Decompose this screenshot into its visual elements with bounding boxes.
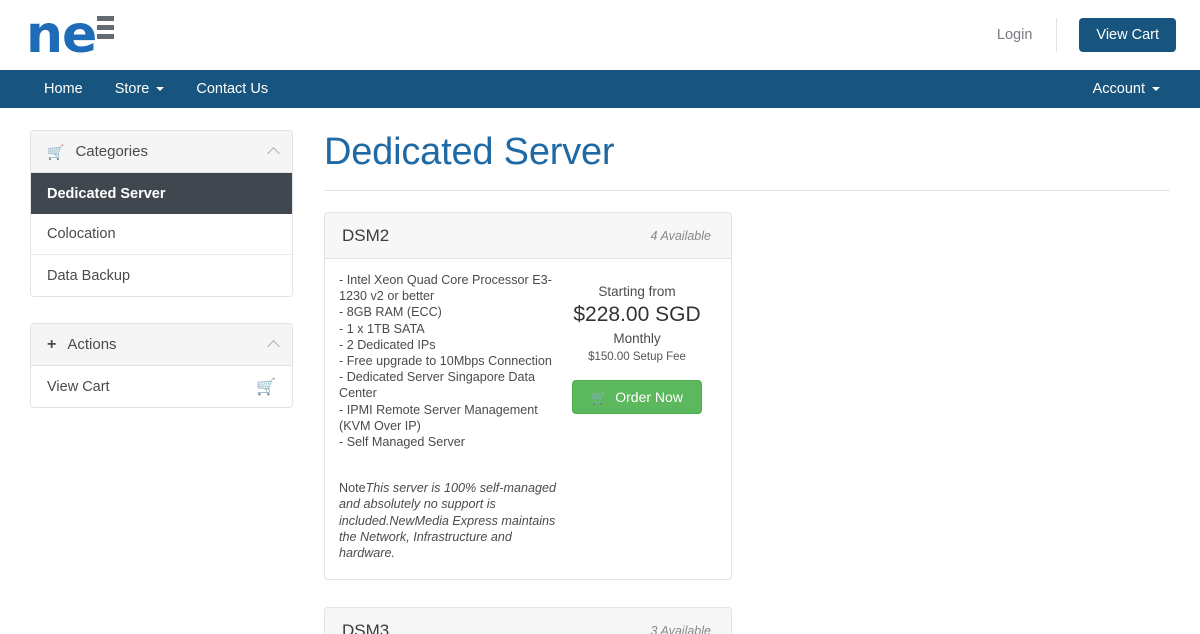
nav-item-label: Store: [114, 81, 150, 97]
chevron-down-icon: [1152, 87, 1160, 91]
chevron-up-icon[interactable]: [267, 147, 280, 160]
product-card-header: DSM2 4 Available: [325, 213, 731, 259]
actions-panel-header[interactable]: + Actions: [31, 324, 292, 366]
order-now-label: Order Now: [615, 389, 683, 405]
note-label: Note: [339, 481, 366, 496]
main-content: Dedicated Server DSM2 4 Available - Inte…: [293, 130, 1170, 634]
nav-item-label: Home: [44, 81, 83, 97]
main-navbar: Home Store Contact Us Account: [0, 70, 1200, 108]
shopping-cart-icon: 🛒: [591, 389, 608, 405]
product-pricing: Starting from $228.00 SGD Monthly $150.0…: [557, 272, 717, 561]
categories-title: Categories: [75, 143, 148, 160]
sidebar-item-dedicated-server[interactable]: Dedicated Server: [31, 173, 292, 214]
order-now-button[interactable]: 🛒 Order Now: [572, 380, 702, 414]
top-bar: ne Login View Cart: [0, 0, 1200, 70]
feature-item: - 1 x 1TB SATA: [339, 321, 425, 336]
feature-item: - Dedicated Server Singapore Data Center: [339, 370, 536, 401]
chevron-down-icon: [156, 87, 165, 91]
product-availability: 3 Available: [650, 623, 711, 634]
sidebar-item-view-cart[interactable]: View Cart 🛒: [31, 366, 292, 407]
product-note: NoteThis server is 100% self-managed and…: [339, 480, 557, 561]
shopping-cart-icon: 🛒: [47, 143, 65, 160]
price-amount: $228.00 SGD: [573, 303, 701, 326]
sidebar-item-colocation[interactable]: Colocation: [31, 214, 292, 255]
nav-item-store[interactable]: Store: [99, 70, 181, 108]
price-prefix: Starting from: [598, 284, 676, 299]
login-link[interactable]: Login: [973, 18, 1056, 52]
feature-item: - Free upgrade to 10Mbps Connection: [339, 354, 552, 369]
page-body: 🛒 Categories Dedicated Server Colocation…: [0, 108, 1200, 634]
note-text: This server is 100% self-managed and abs…: [339, 481, 556, 561]
site-logo[interactable]: ne: [26, 5, 115, 65]
hamburger-bars-logo-icon: [97, 16, 115, 39]
vertical-divider: [1056, 18, 1058, 52]
actions-header-left: + Actions: [47, 336, 117, 353]
product-card-header: DSM3 3 Available: [325, 608, 731, 634]
chevron-up-icon[interactable]: [267, 340, 280, 353]
feature-item: - 8GB RAM (ECC): [339, 305, 442, 320]
navbar-left: Home Store Contact Us: [30, 70, 284, 108]
categories-panel: 🛒 Categories Dedicated Server Colocation…: [30, 130, 293, 297]
nav-item-label: Account: [1092, 81, 1145, 97]
sidebar-item-data-backup[interactable]: Data Backup: [31, 255, 292, 296]
sidebar-item-label: View Cart: [47, 378, 110, 395]
plus-icon: +: [47, 335, 57, 353]
nav-item-home[interactable]: Home: [30, 70, 99, 108]
actions-panel: + Actions View Cart 🛒: [30, 323, 293, 408]
feature-item: - Intel Xeon Quad Core Processor E3-1230…: [339, 273, 552, 304]
sidebar-item-label: Colocation: [47, 226, 116, 242]
product-name: DSM3: [342, 620, 390, 634]
setup-fee: $150.00 Setup Fee: [588, 351, 686, 363]
actions-title: Actions: [67, 336, 117, 353]
view-cart-button[interactable]: View Cart: [1079, 18, 1176, 52]
sidebar-item-label: Data Backup: [47, 267, 131, 284]
product-card-body: - Intel Xeon Quad Core Processor E3-1230…: [325, 259, 731, 579]
categories-panel-header[interactable]: 🛒 Categories: [31, 131, 292, 173]
top-bar-actions: Login View Cart: [973, 18, 1176, 52]
nav-item-label: Contact Us: [196, 81, 269, 97]
feature-item: - 2 Dedicated IPs: [339, 337, 436, 352]
title-divider: [324, 190, 1170, 191]
logo-text: ne: [26, 5, 97, 65]
shopping-cart-icon: 🛒: [256, 378, 276, 396]
feature-item: - IPMI Remote Server Management (KVM Ove…: [339, 402, 538, 433]
product-name: DSM2: [342, 225, 390, 245]
product-grid: DSM2 4 Available - Intel Xeon Quad Core …: [324, 212, 1170, 634]
nav-item-contact-us[interactable]: Contact Us: [180, 70, 284, 108]
product-card-dsm2: DSM2 4 Available - Intel Xeon Quad Core …: [324, 212, 732, 581]
product-availability: 4 Available: [650, 228, 711, 243]
product-card-dsm3: DSM3 3 Available - Intel Xeon Quad Core …: [324, 607, 732, 634]
sidebar: 🛒 Categories Dedicated Server Colocation…: [30, 130, 293, 634]
categories-header-left: 🛒 Categories: [47, 143, 148, 160]
nav-item-account[interactable]: Account: [1079, 70, 1176, 108]
sidebar-item-label: Dedicated Server: [47, 185, 166, 202]
billing-cycle: Monthly: [613, 331, 661, 346]
feature-item: - Self Managed Server: [339, 435, 465, 450]
page-title: Dedicated Server: [324, 131, 615, 173]
navbar-right: Account: [1079, 70, 1176, 108]
product-features: - Intel Xeon Quad Core Processor E3-1230…: [339, 272, 557, 561]
